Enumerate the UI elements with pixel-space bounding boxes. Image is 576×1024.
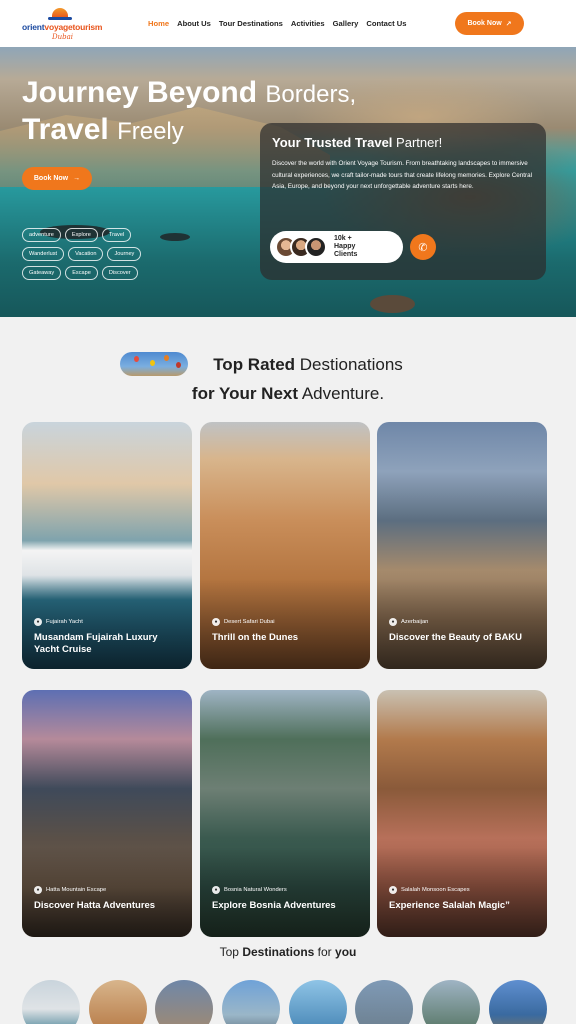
hero-section: Journey Beyond Borders, Travel Freely Bo…: [0, 47, 576, 317]
site-header: orientvoyagetourism Dubai Home About Us …: [0, 0, 576, 47]
card-title: Experience Salalah Magic”: [389, 900, 510, 911]
card-title: Explore Bosnia Adventures: [212, 900, 336, 911]
tag-gateaway[interactable]: Gateaway: [22, 266, 62, 280]
hero-book-now-button[interactable]: Book Now →: [22, 167, 92, 190]
card-category: ● Hatta Mountain Escape: [34, 886, 106, 894]
hero-tags: adventure Explore Travel Wanderlust Vaca…: [22, 228, 147, 280]
destination-circle[interactable]: [155, 980, 213, 1024]
nav-tour-destinations[interactable]: Tour Destinations: [219, 19, 283, 28]
location-pin-icon: ●: [34, 618, 42, 626]
avatar: [305, 236, 327, 258]
tag-wanderlust[interactable]: Wanderlust: [22, 247, 65, 261]
tag-escape[interactable]: Escape: [65, 266, 98, 280]
book-now-label: Book Now: [467, 20, 502, 27]
card-category: ● Salalah Monsoon Escapes: [389, 886, 470, 894]
location-pin-icon: ●: [212, 618, 220, 626]
card-category: ● Fujairah Yacht: [34, 618, 83, 626]
phone-call-button[interactable]: ✆: [410, 234, 436, 260]
nav-activities[interactable]: Activities: [291, 19, 325, 28]
hero-rock-image: [160, 233, 190, 241]
nav-home[interactable]: Home: [148, 19, 169, 28]
card-title: Musandam Fujairah Luxury Yacht Cruise: [34, 632, 158, 655]
location-pin-icon: ●: [389, 618, 397, 626]
nav-gallery[interactable]: Gallery: [333, 19, 359, 28]
phone-icon: ✆: [418, 241, 428, 254]
tag-vacation[interactable]: Vacation: [68, 247, 104, 261]
destination-circle[interactable]: [289, 980, 347, 1024]
destination-card[interactable]: ● Hatta Mountain Escape Discover Hatta Ad…: [22, 690, 192, 937]
card-title: Thrill on the Dunes: [212, 632, 299, 643]
card-category: ● Azerbaijan: [389, 618, 428, 626]
partner-description: Discover the world with Orient Voyage To…: [272, 160, 533, 190]
tag-discover[interactable]: Discover: [101, 266, 138, 280]
tag-explore[interactable]: Explore: [64, 228, 98, 242]
location-pin-icon: ●: [212, 886, 220, 894]
hero-rock-image: [370, 295, 415, 313]
book-now-label: Book Now: [33, 175, 69, 182]
destination-card[interactable]: ● Salalah Monsoon Escapes Experience Sala…: [377, 690, 547, 937]
tag-travel[interactable]: Travel: [101, 228, 132, 242]
location-pin-icon: ●: [34, 886, 42, 894]
top-rated-title-line2: for Your Next Adventure.: [191, 384, 385, 403]
trusted-partner-card: Your Trusted Travel Partner! Discover th…: [260, 123, 546, 280]
tag-adventure[interactable]: adventure: [22, 228, 61, 242]
destination-card[interactable]: ● Desert Safari Dubai Thrill on the Dunes: [200, 422, 370, 669]
card-title: Discover Hatta Adventures: [34, 900, 156, 911]
nav-about-us[interactable]: About Us: [177, 19, 211, 28]
header-book-now-button[interactable]: Book Now ↗: [455, 12, 524, 35]
card-category: ● Bosnia Natural Wonders: [212, 886, 287, 894]
destination-circle[interactable]: [422, 980, 480, 1024]
logo-subtitle: Dubai: [52, 32, 74, 41]
logo-wave-icon: [48, 16, 72, 20]
destination-circle[interactable]: [355, 980, 413, 1024]
tag-journey[interactable]: Journey: [107, 247, 142, 261]
main-nav: Home About Us Tour Destinations Activiti…: [148, 19, 406, 28]
arrow-right-icon: →: [73, 175, 81, 182]
card-category: ● Desert Safari Dubai: [212, 618, 275, 626]
destination-circle[interactable]: [489, 980, 547, 1024]
arrow-up-right-icon: ↗: [505, 20, 512, 28]
card-title: Discover the Beauty of BAKU: [389, 632, 523, 643]
destination-card[interactable]: ● Bosnia Natural Wonders Explore Bosnia A…: [200, 690, 370, 937]
destination-card[interactable]: ● Azerbaijan Discover the Beauty of BAKU: [377, 422, 547, 669]
logo-text: orientvoyagetourism: [22, 21, 103, 32]
top-destinations-title: Top Destinations for you: [219, 945, 357, 959]
location-pin-icon: ●: [389, 886, 397, 894]
top-rated-title-line1: Top Rated Destionations: [213, 355, 403, 374]
destination-circle[interactable]: [222, 980, 280, 1024]
partner-title: Your Trusted Travel Partner!: [272, 135, 443, 150]
happy-clients-text: 10k + Happy Clients: [334, 235, 358, 258]
nav-contact-us[interactable]: Contact Us: [366, 19, 406, 28]
logo[interactable]: orientvoyagetourism Dubai: [22, 4, 102, 44]
destination-card[interactable]: ● Fujairah Yacht Musandam Fujairah Luxury…: [22, 422, 192, 669]
happy-clients-badge: 10k + Happy Clients: [270, 231, 403, 263]
destination-circle[interactable]: [22, 980, 80, 1024]
destination-circle[interactable]: [89, 980, 147, 1024]
